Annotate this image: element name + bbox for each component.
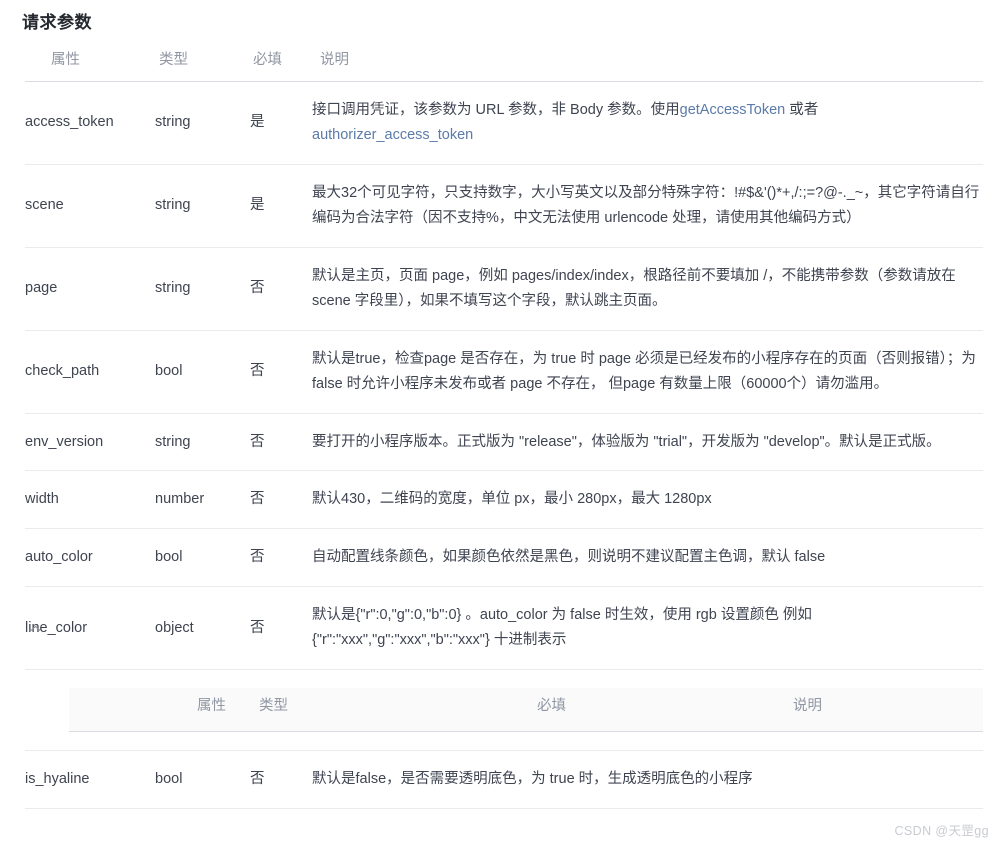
nested-column-header-description: 说明: [735, 688, 983, 733]
nested-table-container: 属性 类型 必填 说明: [25, 669, 983, 752]
cell-required: 是: [250, 164, 312, 248]
link-authorizer-access-token[interactable]: authorizer_access_token: [312, 127, 473, 143]
nested-table-header: 属性 类型 必填 说明: [69, 688, 983, 733]
cell-attribute: page: [25, 247, 155, 331]
cell-required: 否: [250, 470, 312, 530]
cell-type: bool: [155, 750, 250, 810]
cell-required: 否: [250, 330, 312, 414]
cell-attribute: scene: [25, 164, 155, 248]
link-get-access-token[interactable]: getAccessToken: [680, 102, 786, 118]
cell-attribute: width: [25, 470, 155, 530]
cell-required: 否: [250, 528, 312, 588]
table-row: scene string 是 最大32个可见字符，只支持数字，大小写英文以及部分…: [25, 164, 983, 248]
cell-description: 要打开的小程序版本。正式版为 "release"，体验版为 "trial"，开发…: [312, 413, 983, 472]
cell-description: 自动配置线条颜色，如果颜色依然是黑色，则说明不建议配置主色调，默认 false: [312, 528, 983, 588]
csdn-watermark: CSDN @天罡gg: [894, 824, 989, 838]
cell-description: 默认是{"r":0,"g":0,"b":0} 。auto_color 为 fal…: [312, 586, 983, 671]
column-header-type: 类型: [155, 42, 250, 82]
cell-type: number: [155, 470, 250, 530]
api-doc-page: 请求参数 属性 类型 必填 说明 access_token string 是 接…: [0, 0, 1003, 845]
cell-required: 否: [250, 750, 312, 810]
table-row: page string 否 默认是主页，页面 page，例如 pages/ind…: [25, 247, 983, 331]
cell-description: 默认430，二维码的宽度，单位 px，最小 280px，最大 1280px: [312, 470, 983, 530]
request-parameters-table: 属性 类型 必填 说明 access_token string 是 接口调用凭证…: [25, 42, 983, 810]
cell-attribute: env_version: [25, 413, 155, 472]
cell-required: 否: [250, 586, 312, 671]
cell-attribute: access_token: [25, 81, 155, 165]
cell-attribute: check_path: [25, 330, 155, 414]
cell-type: string: [155, 247, 250, 331]
nested-column-header-required: 必填: [497, 688, 735, 733]
description-text: 接口调用凭证，该参数为 URL 参数，非 Body 参数。使用: [312, 102, 680, 118]
cell-type: string: [155, 81, 250, 165]
cell-description: 接口调用凭证，该参数为 URL 参数，非 Body 参数。使用getAccess…: [312, 81, 983, 165]
cell-description: 最大32个可见字符，只支持数字，大小写英文以及部分特殊字符：!#$&'()*+,…: [312, 164, 983, 248]
cell-attribute: is_hyaline: [25, 750, 155, 810]
table-row: auto_color bool 否 自动配置线条颜色，如果颜色依然是黑色，则说明…: [25, 528, 983, 588]
column-header-attribute: 属性: [25, 42, 155, 82]
cell-attribute: auto_color: [25, 528, 155, 588]
cell-required: 否: [250, 413, 312, 472]
table-row: is_hyaline bool 否 默认是false，是否需要透明底色，为 tr…: [25, 750, 983, 810]
page-title: 请求参数: [22, 13, 92, 32]
cell-description: 默认是主页，页面 page，例如 pages/index/index，根路径前不…: [312, 247, 983, 331]
nested-table-wrapper: 属性 类型 必填 说明: [25, 670, 983, 750]
table-row: check_path bool 否 默认是true，检查page 是否存在，为 …: [25, 330, 983, 414]
table-row: access_token string 是 接口调用凭证，该参数为 URL 参数…: [25, 81, 983, 165]
column-header-required: 必填: [250, 42, 312, 82]
cell-description: 默认是true，检查page 是否存在，为 true 时 page 必须是已经发…: [312, 330, 983, 414]
nested-column-header-attribute: 属性: [69, 688, 259, 733]
nested-column-header-type: 类型: [259, 688, 497, 733]
table-header: 属性 类型 必填 说明: [25, 42, 983, 82]
column-header-description: 说明: [312, 42, 983, 82]
table-header-row: 属性 类型 必填 说明: [25, 42, 983, 82]
cell-type: bool: [155, 528, 250, 588]
nested-table-row: 属性 类型 必填 说明: [25, 669, 983, 752]
table-row: env_version string 否 要打开的小程序版本。正式版为 "rel…: [25, 413, 983, 472]
description-text-mid: 或者: [785, 102, 819, 118]
cell-type: object: [155, 586, 250, 671]
line-color-sub-table: 属性 类型 必填 说明: [69, 688, 983, 733]
table-row: line_color object 否 默认是{"r":0,"g":0,"b":…: [25, 586, 983, 671]
table-row: width number 否 默认430，二维码的宽度，单位 px，最小 280…: [25, 470, 983, 530]
nested-table-header-row: 属性 类型 必填 说明: [69, 688, 983, 733]
cell-description: 默认是false，是否需要透明底色，为 true 时，生成透明底色的小程序: [312, 750, 983, 810]
table-body: access_token string 是 接口调用凭证，该参数为 URL 参数…: [25, 81, 983, 810]
cell-attribute: line_color: [25, 586, 155, 671]
cell-required: 否: [250, 247, 312, 331]
cell-required: 是: [250, 81, 312, 165]
cell-type: bool: [155, 330, 250, 414]
cell-type: string: [155, 413, 250, 472]
cell-type: string: [155, 164, 250, 248]
chevron-up-icon[interactable]: [27, 620, 43, 636]
